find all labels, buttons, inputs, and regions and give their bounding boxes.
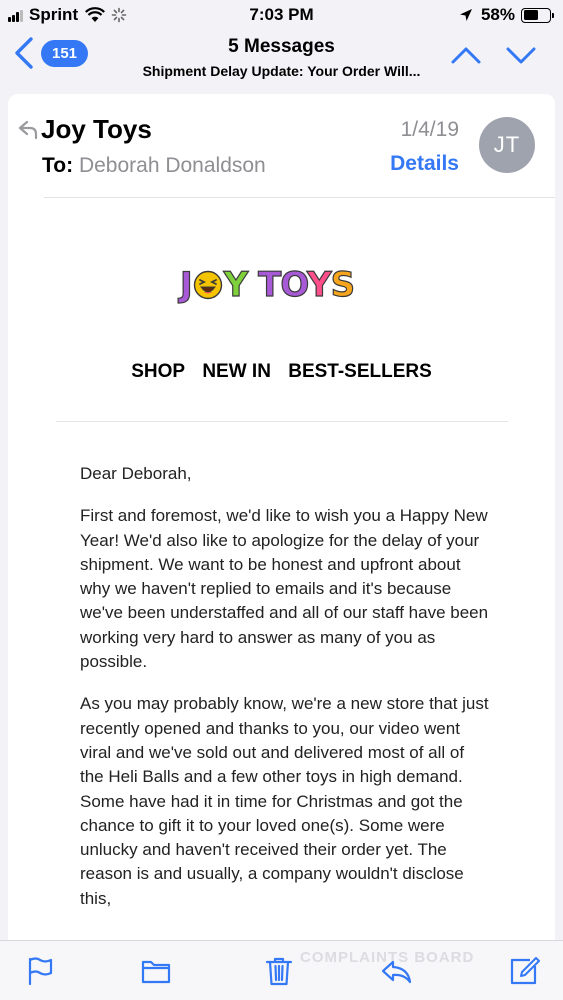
- logo-word-toys: Y TOYS: [223, 264, 356, 305]
- battery-percent: 58%: [480, 5, 515, 24]
- store-nav: SHOP NEW IN BEST-SELLERS: [8, 361, 555, 383]
- battery-icon: [521, 7, 554, 23]
- folder-icon[interactable]: [140, 955, 172, 987]
- reply-icon[interactable]: [380, 955, 412, 987]
- location-arrow-icon: [459, 9, 472, 21]
- logo-letter-j: J: [179, 264, 193, 305]
- content-divider: [56, 421, 508, 422]
- chevron-up-icon[interactable]: [450, 44, 482, 66]
- chevron-down-icon[interactable]: [505, 44, 537, 66]
- store-nav-new-in-link[interactable]: NEW IN: [202, 361, 271, 382]
- back-button[interactable]: 151: [12, 36, 89, 70]
- to-label: To:: [42, 154, 74, 177]
- status-right: 58%: [459, 5, 554, 25]
- compose-icon[interactable]: [508, 955, 540, 987]
- message-date: 1/4/19: [400, 118, 459, 141]
- unread-count-badge: 151: [41, 39, 89, 67]
- message-card: Joy Toys To: Deborah Donaldson 1/4/19 De…: [8, 94, 555, 1000]
- recipient-line: To: Deborah Donaldson: [42, 154, 266, 178]
- greeting: Dear Deborah,: [80, 464, 192, 483]
- avatar[interactable]: JT: [479, 117, 535, 173]
- recipient-name[interactable]: Deborah Donaldson: [79, 154, 266, 177]
- brand-logo[interactable]: J Y TOYS: [179, 264, 356, 306]
- trash-icon[interactable]: [263, 955, 295, 987]
- back-chevron-icon: [15, 37, 33, 69]
- paragraph-apology: First and foremost, we'd like to wish yo…: [80, 506, 489, 672]
- sender-name: Joy Toys: [41, 114, 152, 144]
- email-body: Dear Deborah, First and foremost, we'd l…: [80, 462, 490, 929]
- navigation-bar: 151 5 Messages Shipment Delay Update: Yo…: [0, 30, 563, 88]
- flag-icon[interactable]: [24, 955, 56, 987]
- store-nav-best-sellers-link[interactable]: BEST-SELLERS: [288, 361, 432, 382]
- battery-level: [523, 10, 538, 20]
- laughing-emoji-icon: [193, 270, 222, 300]
- status-bar: Sprint 7:03 PM 58%: [0, 0, 563, 30]
- thread-subject: Shipment Delay Update: Your Order Will..…: [142, 63, 421, 79]
- bottom-toolbar: COMPLAINTS BOARD: [0, 940, 563, 1000]
- thread-title: 5 Messages: [228, 36, 335, 57]
- store-nav-shop-link[interactable]: SHOP: [131, 361, 185, 382]
- replied-icon: [18, 120, 38, 140]
- details-link[interactable]: Details: [358, 152, 459, 176]
- paragraph-explanation: As you may probably know, we're a new st…: [80, 694, 489, 908]
- header-divider: [44, 197, 555, 198]
